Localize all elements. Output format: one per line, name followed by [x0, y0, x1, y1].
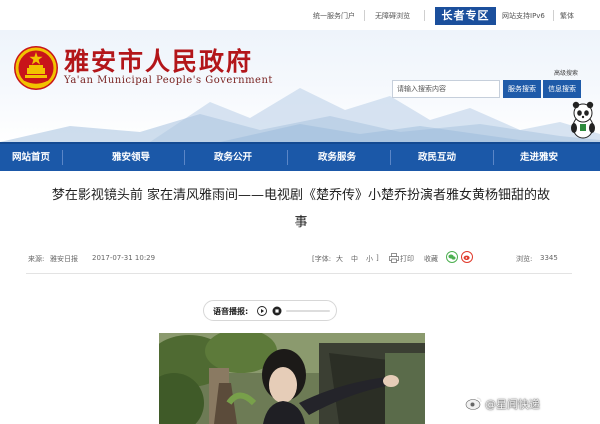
weibo-logo-icon	[465, 397, 482, 410]
elder-zone-button[interactable]: 长者专区	[435, 7, 496, 25]
font-size-label: [字体:	[312, 255, 332, 263]
nav-separator	[493, 150, 494, 165]
font-size-close: ]	[376, 254, 379, 262]
stop-icon[interactable]	[272, 306, 282, 316]
voice-broadcast-player: 语音播报:	[203, 300, 337, 321]
top-link-service-portal[interactable]: 统一服务门户	[313, 11, 355, 21]
search-input[interactable]: 请输入搜索内容	[392, 80, 500, 98]
top-utility-bar: 统一服务门户 无障碍浏览 长者专区 网站支持IPv6 繁体	[0, 0, 600, 30]
nav-separator	[287, 150, 288, 165]
weibo-icon[interactable]	[461, 251, 473, 263]
top-link-accessibility[interactable]: 无障碍浏览	[375, 11, 410, 21]
print-link[interactable]: 打印	[400, 254, 414, 264]
top-divider	[553, 10, 554, 21]
article-title: 梦在影视镜头前 家在清风雅雨间——电视剧《楚乔传》小楚乔扮演者雅女黄杨钿甜的故	[51, 188, 551, 203]
article-photo	[159, 333, 425, 424]
top-link-traditional[interactable]: 繁体	[560, 11, 574, 21]
favorite-link[interactable]: 收藏	[424, 254, 438, 264]
font-size-small[interactable]: 小	[366, 254, 373, 264]
nav-item-gov-services[interactable]: 政务服务	[300, 144, 374, 171]
site-banner: 雅安市人民政府 Ya'an Municipal People's Governm…	[0, 30, 600, 142]
panda-mascot-icon	[571, 101, 595, 139]
source-name: 雅安日报	[50, 255, 78, 263]
audio-progress-bar[interactable]	[286, 309, 330, 313]
site-name-english: Ya'an Municipal People's Government	[64, 75, 273, 86]
article-title-continued: 事	[294, 215, 308, 230]
info-search-button[interactable]: 信息搜索	[543, 80, 581, 98]
views-label: 浏览:	[516, 255, 533, 263]
nav-separator	[390, 150, 391, 165]
print-icon[interactable]	[389, 253, 399, 263]
play-icon[interactable]	[257, 306, 267, 316]
divider	[26, 273, 572, 274]
site-name-chinese: 雅安市人民政府	[64, 47, 254, 76]
nav-item-leaders[interactable]: 雅安领导	[94, 144, 168, 171]
voice-broadcast-label: 语音播报:	[213, 307, 249, 316]
article-photo-image	[159, 333, 425, 424]
top-divider	[364, 10, 365, 21]
main-nav: 网站首页 雅安领导 政务公开 政务服务 政民互动 走进雅安	[0, 142, 600, 171]
wechat-icon[interactable]	[446, 251, 458, 263]
nav-item-home[interactable]: 网站首页	[0, 144, 62, 171]
top-link-ipv6[interactable]: 网站支持IPv6	[502, 11, 545, 21]
advanced-search-link[interactable]: 高级搜索	[554, 68, 578, 77]
top-divider	[424, 10, 425, 21]
publish-date: 2017-07-31 10:29	[92, 254, 156, 262]
nav-separator	[62, 150, 63, 165]
service-search-button[interactable]: 服务搜索	[503, 80, 541, 98]
national-emblem-icon	[14, 46, 58, 90]
nav-separator	[184, 150, 185, 165]
nav-item-about-yaan[interactable]: 走进雅安	[502, 144, 576, 171]
font-size-medium[interactable]: 中	[351, 254, 358, 264]
nav-item-interaction[interactable]: 政民互动	[400, 144, 474, 171]
nav-item-gov-affairs[interactable]: 政务公开	[196, 144, 270, 171]
weibo-watermark: @星闻快递	[485, 398, 540, 411]
font-size-large[interactable]: 大	[336, 254, 343, 264]
source-label: 来源:	[28, 255, 45, 263]
views-count: 3345	[540, 254, 558, 262]
